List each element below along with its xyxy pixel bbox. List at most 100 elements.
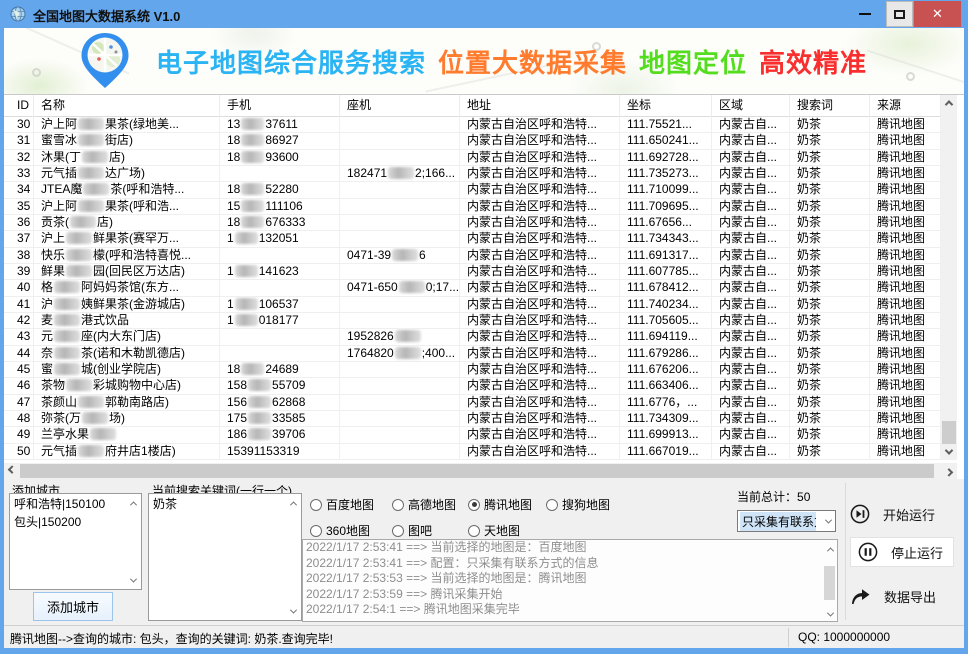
table-row[interactable]: 34JTEA魔茶(呼和浩特...1852280内蒙古自治区呼和浩特...111.… [4, 182, 941, 198]
table-row[interactable]: 37沪上鲜果茶(赛罕万...1132051内蒙古自治区呼和浩特...111.73… [4, 231, 941, 247]
table-row[interactable]: 50元气插府井店1楼店)15391153319内蒙古自治区呼和浩特...111.… [4, 444, 941, 460]
column-header-region[interactable]: 区域 [712, 95, 790, 117]
table-row[interactable]: 33元气插达广场)1824712;166...内蒙古自治区呼和浩特...111.… [4, 166, 941, 182]
cell-src: 腾讯地图 [870, 199, 941, 215]
keywords-textarea[interactable]: 奶茶 [148, 493, 302, 621]
scroll-up-arrow-icon[interactable] [941, 95, 957, 111]
column-header-land[interactable]: 座机 [340, 95, 460, 117]
start-run-button[interactable]: 开始运行 [850, 499, 960, 529]
radio-tuba-map[interactable]: 图吧 [392, 522, 432, 539]
cell-src: 腾讯地图 [870, 346, 941, 362]
table-row[interactable]: 30沪上阿果茶(绿地美...1337611内蒙古自治区呼和浩特...111.75… [4, 117, 941, 133]
radio-icon[interactable] [310, 525, 322, 537]
radio-tianditu-map[interactable]: 天地图 [468, 522, 520, 539]
table-row[interactable]: 43元座(内大东门店)1952826内蒙古自治区呼和浩特...111.69411… [4, 329, 941, 345]
horizontal-scroll-thumb[interactable] [20, 464, 934, 478]
cell-land [340, 427, 460, 443]
table-row[interactable]: 45蜜城(创业学院店)1824689内蒙古自治区呼和浩特...111.67620… [4, 362, 941, 378]
radio-gaode-map[interactable]: 高德地图 [392, 496, 456, 513]
radio-map360-map[interactable]: 360地图 [310, 522, 370, 539]
radio-icon[interactable] [546, 499, 558, 511]
table-row[interactable]: 49兰亭水果18639706内蒙古自治区呼和浩特...111.699913...… [4, 427, 941, 443]
cell-region: 内蒙古自... [712, 297, 790, 313]
redaction-blur [395, 330, 421, 342]
column-header-src[interactable]: 来源 [870, 95, 941, 117]
radio-icon[interactable] [392, 499, 404, 511]
cell-kw: 奶茶 [790, 117, 870, 133]
city-list-textarea[interactable]: 呼和浩特|150100包头|150200 [9, 493, 142, 590]
table-row[interactable]: 35沪上阿果茶(呼和浩...15111106内蒙古自治区呼和浩特...111.7… [4, 199, 941, 215]
scroll-down-arrow-icon[interactable] [941, 444, 957, 460]
cell-kw: 奶茶 [790, 166, 870, 182]
table-row[interactable]: 36贡茶(店)18676333内蒙古自治区呼和浩特...111.67656...… [4, 215, 941, 231]
column-header-kw[interactable]: 搜索词 [790, 95, 870, 117]
scroll-right-arrow-icon[interactable] [941, 463, 957, 479]
table-row[interactable]: 39鲜果园(回民区万达店)1141623内蒙古自治区呼和浩特...111.607… [4, 264, 941, 280]
radio-icon[interactable] [310, 499, 322, 511]
table-row[interactable]: 42麦港式饮品1018177内蒙古自治区呼和浩特...111.705605...… [4, 313, 941, 329]
log-line: 2022/1/17 2:53:41 ==> 当前选择的地图是：百度地图 [303, 540, 837, 556]
stop-run-button[interactable]: 停止运行 [850, 537, 954, 567]
column-header-addr[interactable]: 地址 [460, 95, 620, 117]
textbox-scroll-up-icon[interactable] [287, 497, 299, 509]
horizontal-scrollbar[interactable] [4, 463, 957, 479]
cell-land [340, 150, 460, 166]
cell-id: 37 [4, 231, 34, 247]
close-button[interactable]: ✕ [914, 1, 961, 27]
textbox-scroll-down-icon[interactable] [127, 574, 139, 586]
cell-coord: 111.735273... [620, 166, 712, 182]
radio-tengxun-map[interactable]: 腾讯地图 [468, 496, 532, 513]
table-row[interactable]: 31蜜雪冰街店)1886927内蒙古自治区呼和浩特...111.650241..… [4, 133, 941, 149]
log-line: 2022/1/17 2:54:1 ==> 腾讯地图采集完毕 [303, 602, 837, 618]
table-row[interactable]: 44奈茶(诺和木勒凯德店)1764820;400...内蒙古自治区呼和浩特...… [4, 346, 941, 362]
play-circle-icon [850, 504, 870, 524]
log-scrollbar[interactable] [823, 540, 837, 621]
chevron-down-icon[interactable] [826, 519, 831, 524]
export-arrow-icon [850, 587, 871, 606]
cell-name: 茶颜山郭勒南路店) [34, 395, 220, 411]
collect-filter-select[interactable]: 只采集有联系方 [737, 510, 836, 532]
scroll-left-arrow-icon[interactable] [4, 463, 20, 479]
radio-selected-icon[interactable] [468, 499, 480, 511]
textbox-scroll-up-icon[interactable] [127, 497, 139, 509]
cell-kw: 奶茶 [790, 231, 870, 247]
radio-icon[interactable] [468, 525, 480, 537]
vertical-scrollbar[interactable] [941, 95, 957, 460]
cell-region: 内蒙古自... [712, 182, 790, 198]
cell-region: 内蒙古自... [712, 280, 790, 296]
minimize-button[interactable] [845, 1, 885, 27]
cell-addr: 内蒙古自治区呼和浩特... [460, 313, 620, 329]
column-header-coord[interactable]: 坐标 [620, 95, 712, 117]
table-row[interactable]: 38快乐檬(呼和浩特喜悦...0471-396内蒙古自治区呼和浩特...111.… [4, 248, 941, 264]
export-data-button[interactable]: 数据导出 [850, 581, 960, 611]
table-row[interactable]: 41沪姨鲜果茶(金游城店)1106537内蒙古自治区呼和浩特...111.740… [4, 297, 941, 313]
table-row[interactable]: 46茶物彩城购物中心店)15855709内蒙古自治区呼和浩特...111.663… [4, 378, 941, 394]
table-row[interactable]: 48弥茶(万场)17533585内蒙古自治区呼和浩特...111.734309.… [4, 411, 941, 427]
table-row[interactable]: 32沐果(丁店)1893600内蒙古自治区呼和浩特...111.692728..… [4, 150, 941, 166]
table-row[interactable]: 40格阿妈妈茶馆(东方...0471-6500;17...内蒙古自治区呼和浩特.… [4, 280, 941, 296]
cell-src: 腾讯地图 [870, 395, 941, 411]
textbox-scroll-down-icon[interactable] [287, 605, 299, 617]
column-header-id[interactable]: ID [4, 95, 34, 117]
radio-label: 腾讯地图 [484, 496, 532, 513]
redaction-blur [241, 151, 264, 163]
log-scroll-thumb[interactable] [824, 566, 835, 600]
log-scroll-up-icon[interactable] [824, 543, 836, 555]
log-scroll-down-icon[interactable] [824, 608, 836, 620]
cell-kw: 奶茶 [790, 444, 870, 460]
column-header-phone[interactable]: 手机 [220, 95, 340, 117]
add-city-button[interactable]: 添加城市 [33, 592, 113, 621]
table-row[interactable]: 47茶颜山郭勒南路店)15662868内蒙古自治区呼和浩特...111.6776… [4, 395, 941, 411]
cell-phone: 17533585 [220, 411, 340, 427]
column-header-name[interactable]: 名称 [34, 95, 220, 117]
log-output[interactable]: 2022/1/17 2:53:41 ==> 当前选择的地图是：百度地图 2022/… [302, 539, 838, 622]
redaction-blur [54, 363, 80, 375]
title-bar[interactable]: 全国地图大数据系统 V1.0 ✕ [0, 0, 968, 28]
radio-sogou-map[interactable]: 搜狗地图 [546, 496, 610, 513]
maximize-button[interactable] [886, 1, 913, 27]
radio-baidu-map[interactable]: 百度地图 [310, 496, 374, 513]
banner: 电子地图综合服务搜索位置大数据采集地图定位高效精准 [4, 28, 964, 94]
vertical-scroll-thumb[interactable] [942, 421, 956, 444]
cell-coord: 111.679286... [620, 346, 712, 362]
radio-icon[interactable] [392, 525, 404, 537]
